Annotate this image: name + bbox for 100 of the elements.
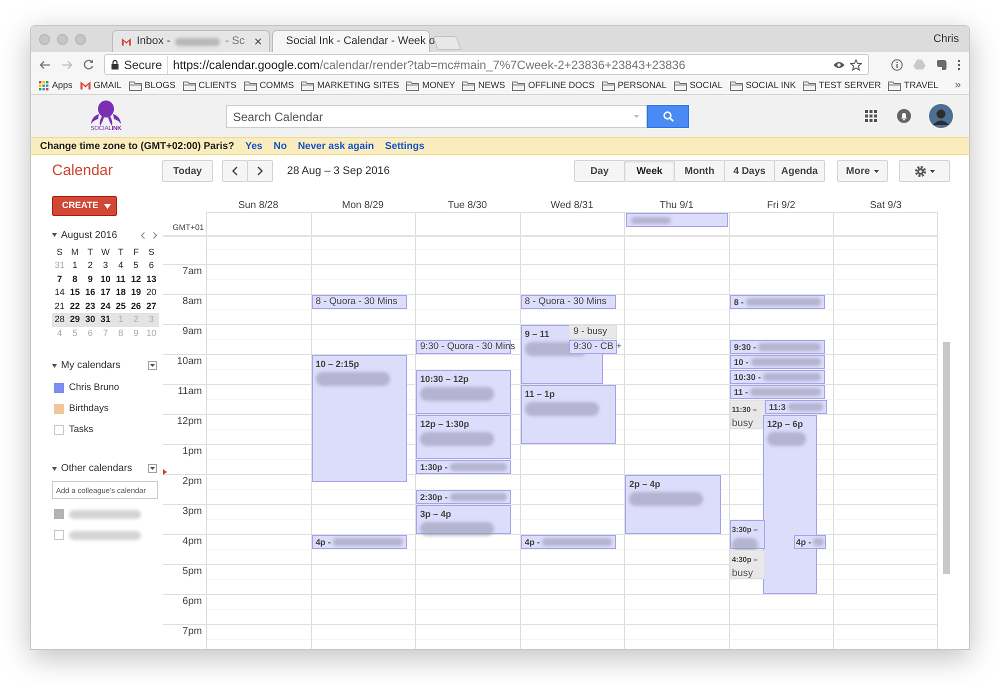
event-block[interactable]: 8 - <box>730 295 826 309</box>
event-block[interactable]: 4p - <box>794 535 826 549</box>
bookmark[interactable]: SOCIAL <box>674 78 723 92</box>
event-block[interactable]: 10 - <box>730 355 826 369</box>
checkbox[interactable] <box>54 509 64 519</box>
bookmark[interactable]: Apps <box>39 78 73 92</box>
week-row[interactable]: 7 8 9 10 11 12 13 <box>52 272 159 286</box>
bookmark[interactable]: MARKETING SITES <box>301 78 400 92</box>
busy-block[interactable]: 9 - busy <box>569 325 618 339</box>
checkbox[interactable] <box>54 404 64 414</box>
profile-name[interactable]: Chris <box>933 30 959 48</box>
day-header[interactable]: Sat 9/3 <box>833 198 938 213</box>
date-cell[interactable]: 5 <box>128 259 144 272</box>
bookmark[interactable]: SOCIAL INK <box>730 78 796 92</box>
event-block[interactable]: 11 - <box>730 385 826 399</box>
collapse-caret-icon[interactable] <box>52 466 57 470</box>
create-button[interactable]: CREATE <box>52 196 117 216</box>
date-cell[interactable]: 14 <box>52 286 68 300</box>
event-block[interactable]: 12p – 1:30p <box>416 415 512 459</box>
bookmark[interactable]: MONEY <box>406 78 456 92</box>
checkbox[interactable] <box>54 383 64 393</box>
reload-icon[interactable] <box>83 59 94 70</box>
close-icon[interactable] <box>254 38 261 45</box>
dropdown-button[interactable] <box>148 464 157 473</box>
day-column[interactable] <box>833 237 938 649</box>
next-button[interactable] <box>247 160 273 182</box>
day-column[interactable]: 9:30 - Quora - 30 Mins 10:30 – 12p 12p – 1:30p 1:30p - 2:30p - 3p – 4p <box>415 237 520 649</box>
date-cell[interactable]: 17 <box>98 286 114 300</box>
eye-icon[interactable] <box>833 60 845 68</box>
back-icon[interactable] <box>39 60 51 70</box>
event-block[interactable]: 10:30 - <box>730 370 826 384</box>
more-button[interactable]: More <box>837 160 888 182</box>
today-button[interactable]: Today <box>162 160 213 182</box>
date-cell[interactable]: 29 <box>67 313 83 326</box>
date-cell[interactable]: 15 <box>67 286 83 300</box>
view-tab[interactable]: Week <box>624 160 675 182</box>
star-icon[interactable] <box>850 58 862 70</box>
bookmark[interactable]: NEWS <box>462 78 506 92</box>
section-title[interactable]: Other calendars <box>61 461 132 476</box>
view-tab[interactable]: 4 Days <box>724 160 775 182</box>
settings-button[interactable] <box>899 160 950 182</box>
dropdown-button[interactable] <box>148 361 157 370</box>
window-control[interactable] <box>75 34 86 44</box>
week-row[interactable]: 31 1 2 3 4 5 6 <box>52 259 159 272</box>
date-cell[interactable]: 23 <box>82 300 98 313</box>
date-cell[interactable]: 22 <box>67 300 83 313</box>
all-day-cell[interactable] <box>206 212 311 235</box>
browser-tab[interactable]: Inbox - - Sc <box>112 30 270 52</box>
date-cell[interactable]: 30 <box>82 313 98 326</box>
checkbox[interactable] <box>54 425 64 435</box>
bookmark[interactable]: OFFLINE DOCS <box>512 78 595 92</box>
date-cell[interactable]: 1 <box>67 259 83 272</box>
event-block[interactable]: 4p - <box>312 535 407 549</box>
date-cell[interactable]: 2 <box>82 259 98 272</box>
date-cell[interactable]: 24 <box>98 300 114 313</box>
more-bookmarks-button[interactable]: » <box>954 77 961 94</box>
event-block[interactable]: 1:30p - <box>416 460 512 474</box>
chevron-left-icon[interactable] <box>141 232 145 238</box>
day-header[interactable]: Tue 8/30 <box>415 198 520 213</box>
info-icon[interactable] <box>891 58 903 70</box>
event-block[interactable]: 3p – 4p <box>416 505 512 534</box>
apps-grid-icon[interactable] <box>865 110 877 122</box>
date-cell[interactable]: 16 <box>82 286 98 300</box>
date-cell[interactable]: 20 <box>144 286 159 300</box>
date-cell[interactable]: 8 <box>67 272 83 286</box>
date-cell[interactable]: 10 <box>98 272 114 286</box>
all-day-cell[interactable] <box>728 212 834 235</box>
notice-link[interactable]: Yes <box>245 138 262 154</box>
day-column[interactable]: 8 - Quora - 30 Mins 9 – 11 9 - busy 9:30 - CB + 11 – 1p 4p - <box>520 237 624 649</box>
event-block[interactable]: 8 - Quora - 30 Mins <box>520 295 616 309</box>
date-cell[interactable]: 31 <box>98 313 114 326</box>
month-title[interactable]: August 2016 <box>61 228 118 242</box>
notice-link[interactable]: Settings <box>384 138 424 154</box>
bookmark[interactable]: CLIENTS <box>182 78 237 92</box>
date-cell[interactable]: 25 <box>113 300 128 313</box>
week-row[interactable]: 21 22 23 24 25 26 27 <box>52 300 159 313</box>
window-control[interactable] <box>57 34 68 44</box>
bookmark[interactable]: TEST SERVER <box>802 78 882 92</box>
bookmark[interactable]: PERSONAL <box>602 78 667 92</box>
view-tab[interactable]: Month <box>674 160 725 182</box>
chevron-right-icon[interactable] <box>153 232 157 238</box>
event-block[interactable]: 2:30p - <box>416 490 512 504</box>
all-day-cell[interactable] <box>624 212 729 235</box>
collapse-caret-icon[interactable] <box>52 364 57 368</box>
address-bar[interactable]: Secure https://calendar.google.com/calendar/render?tab=mc#main_7%7Cweek-2+23836+23843+23836 <box>104 54 869 75</box>
date-cell[interactable]: 7 <box>52 272 68 286</box>
event-block[interactable]: 8 - Quora - 30 Mins <box>312 295 407 309</box>
date-cell[interactable]: 27 <box>144 300 159 313</box>
date-cell[interactable]: 9 <box>82 272 98 286</box>
view-tab[interactable]: Agenda <box>774 160 825 182</box>
day-column[interactable]: 8 - Quora - 30 Mins 10 – 2:15p 4p - <box>310 237 416 649</box>
day-header[interactable]: Fri 9/2 <box>728 198 834 213</box>
search-field[interactable]: Search Calendar <box>226 105 647 128</box>
day-header[interactable]: Sun 8/28 <box>206 198 311 213</box>
date-cell[interactable]: 6 <box>144 259 159 272</box>
event-block[interactable]: 10 – 2:15p <box>312 355 407 482</box>
event-block[interactable]: 4p - <box>520 535 616 549</box>
previous-button[interactable] <box>222 160 248 182</box>
all-day-cell[interactable] <box>520 212 624 235</box>
all-day-cell[interactable] <box>415 212 520 235</box>
